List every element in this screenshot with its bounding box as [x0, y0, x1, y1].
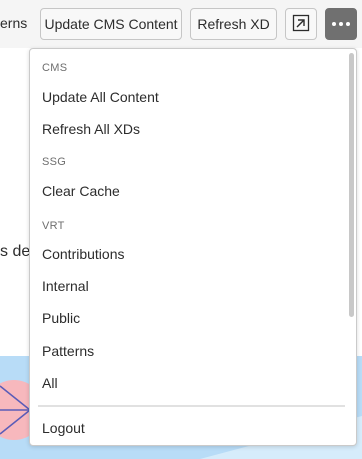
menu-item-refresh-all-xds[interactable]: Refresh All XDs	[30, 115, 348, 143]
menu-item-contributions[interactable]: Contributions	[30, 240, 348, 268]
menu-item-public[interactable]: Public	[30, 304, 348, 332]
update-cms-content-button[interactable]: Update CMS Content	[40, 8, 182, 40]
menu-item-clear-cache[interactable]: Clear Cache	[30, 177, 348, 205]
menu-divider	[38, 405, 345, 407]
menu-item-logout[interactable]: Logout	[30, 414, 348, 442]
nav-item-patterns[interactable]: erns	[0, 15, 27, 31]
open-in-new-button[interactable]	[285, 8, 317, 40]
more-options-menu: CMS Update All Content Refresh All XDs S…	[29, 48, 357, 446]
section-header-cms: CMS	[42, 62, 68, 74]
menu-item-patterns[interactable]: Patterns	[30, 337, 348, 365]
top-toolbar: erns Update CMS Content Refresh XD	[0, 0, 362, 48]
menu-item-internal[interactable]: Internal	[30, 272, 348, 300]
more-icon	[332, 22, 350, 26]
menu-item-all[interactable]: All	[30, 369, 348, 397]
section-header-vrt: VRT	[42, 220, 65, 232]
menu-item-update-all-content[interactable]: Update All Content	[30, 83, 348, 111]
menu-scrollbar[interactable]	[349, 53, 354, 317]
section-header-ssg: SSG	[42, 156, 67, 168]
refresh-xd-button[interactable]: Refresh XD	[190, 8, 277, 40]
more-options-button[interactable]	[325, 8, 357, 40]
open-in-new-icon	[292, 14, 310, 35]
